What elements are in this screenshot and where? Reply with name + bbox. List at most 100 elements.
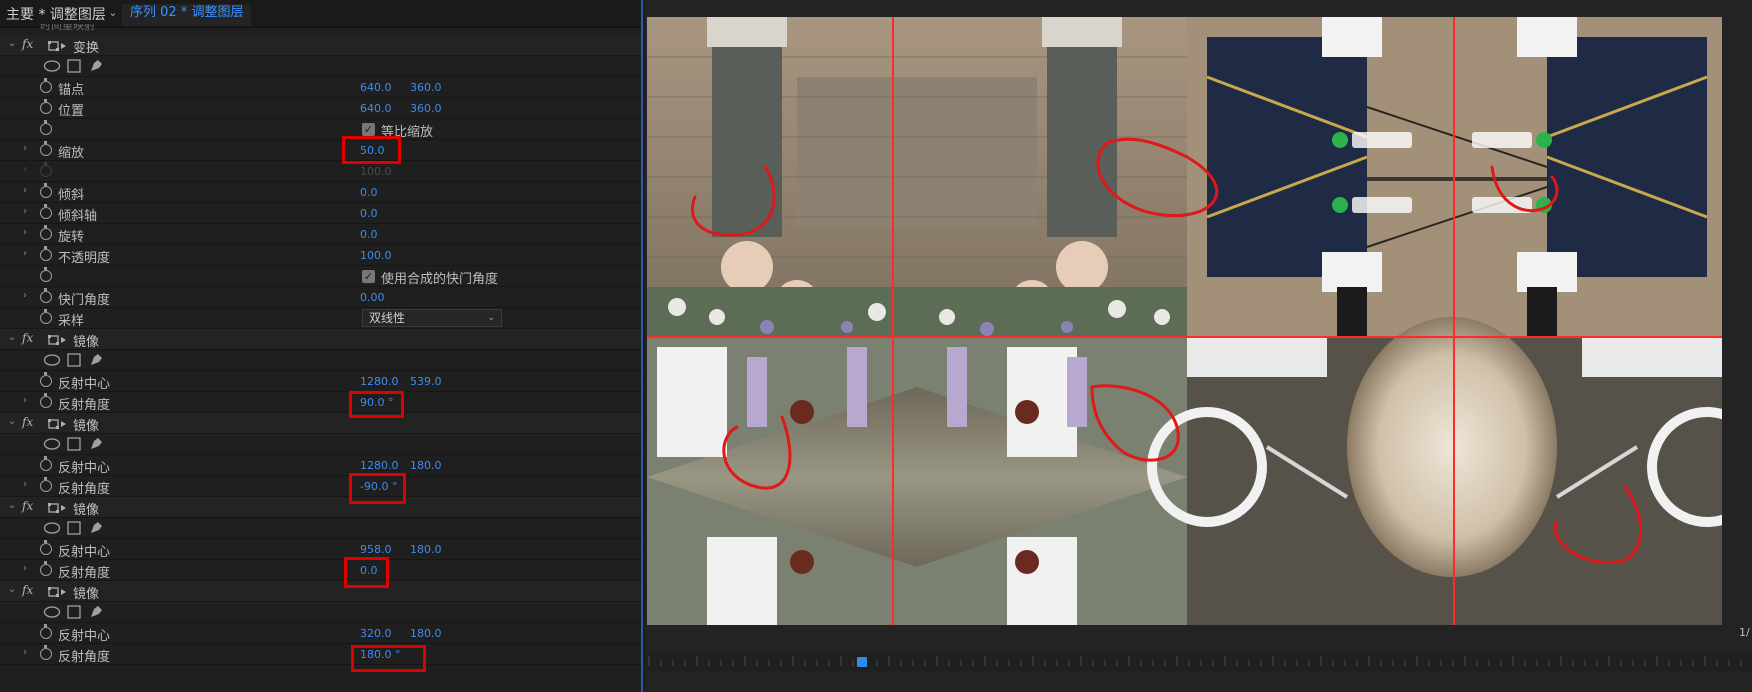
stopwatch-icon[interactable]: [40, 645, 52, 660]
expand-chevron-icon[interactable]: ›: [20, 563, 30, 574]
position-y-value[interactable]: 360.0: [410, 102, 442, 115]
vertical-guide-line[interactable]: [1453, 17, 1455, 625]
anchor-x-value[interactable]: 640.0: [360, 81, 392, 94]
mirror3-center-y[interactable]: 180.0: [410, 543, 442, 556]
stopwatch-icon[interactable]: [40, 204, 52, 219]
stopwatch-icon[interactable]: [40, 372, 52, 387]
mirror1-center-x[interactable]: 1280.0: [360, 375, 399, 388]
playhead[interactable]: [857, 657, 867, 667]
expand-chevron-icon[interactable]: ›: [20, 206, 30, 217]
transform-section[interactable]: ⌄ fx 变换: [0, 35, 641, 56]
expand-chevron-icon[interactable]: ›: [20, 248, 30, 259]
stopwatch-icon[interactable]: [40, 246, 52, 261]
uniform-scale-checkbox[interactable]: ✓: [362, 123, 375, 136]
transform-overlay-icon[interactable]: [48, 502, 68, 514]
stopwatch-icon[interactable]: [40, 78, 52, 93]
position-x-value[interactable]: 640.0: [360, 102, 392, 115]
chevron-down-icon[interactable]: ⌄: [104, 3, 122, 23]
stopwatch-icon[interactable]: [40, 267, 52, 282]
transform-overlay-icon[interactable]: [48, 586, 68, 598]
tab-master-clip[interactable]: 主要 * 调整图层: [6, 4, 106, 24]
rectangle-mask-icon[interactable]: [67, 353, 81, 367]
mirror2-angle-value[interactable]: -90.0 °: [360, 480, 397, 493]
anchor-y-value[interactable]: 360.0: [410, 81, 442, 94]
rotation-value[interactable]: 0.0: [360, 228, 378, 241]
stopwatch-icon[interactable]: [40, 540, 52, 555]
stopwatch-icon[interactable]: [40, 561, 52, 576]
mirror1-center-y[interactable]: 539.0: [410, 375, 442, 388]
stopwatch-icon[interactable]: [40, 456, 52, 471]
stopwatch-icon[interactable]: [40, 99, 52, 114]
tab-sequence-clip[interactable]: 序列 02 * 调整图层: [122, 4, 252, 26]
transform-overlay-icon[interactable]: [48, 334, 68, 346]
pen-mask-icon[interactable]: [89, 521, 103, 535]
expand-chevron-icon[interactable]: ›: [20, 647, 30, 658]
mirror1-section[interactable]: ⌄ fx 镜像: [0, 329, 641, 350]
pen-mask-icon[interactable]: [89, 437, 103, 451]
rectangle-mask-icon[interactable]: [67, 521, 81, 535]
stopwatch-icon[interactable]: [40, 624, 52, 639]
shutter-angle-value[interactable]: 0.00: [360, 291, 385, 304]
stopwatch-icon[interactable]: [40, 141, 52, 156]
stopwatch-icon[interactable]: [40, 393, 52, 408]
stopwatch-icon[interactable]: [40, 477, 52, 492]
fx-toggle-icon[interactable]: fx: [22, 499, 33, 513]
collapse-chevron-icon[interactable]: ⌄: [7, 584, 17, 595]
collapse-chevron-icon[interactable]: ⌄: [7, 38, 17, 49]
ellipse-mask-icon[interactable]: [43, 59, 61, 73]
pen-mask-icon[interactable]: [89, 59, 103, 73]
stopwatch-icon[interactable]: [40, 288, 52, 303]
ellipse-mask-icon[interactable]: [43, 521, 61, 535]
mirror2-section[interactable]: ⌄ fx 镜像: [0, 413, 641, 434]
fx-toggle-icon[interactable]: fx: [22, 331, 33, 345]
expand-chevron-icon[interactable]: ›: [20, 290, 30, 301]
skew-value[interactable]: 0.0: [360, 186, 378, 199]
video-preview[interactable]: [647, 17, 1722, 625]
collapse-chevron-icon[interactable]: ⌄: [7, 416, 17, 427]
timeline-scrubber[interactable]: [645, 650, 1752, 672]
scale-value[interactable]: 50.0: [360, 144, 385, 157]
mirror3-section[interactable]: ⌄ fx 镜像: [0, 497, 641, 518]
ellipse-mask-icon[interactable]: [43, 437, 61, 451]
expand-chevron-icon[interactable]: ›: [20, 227, 30, 238]
stopwatch-icon[interactable]: [40, 309, 52, 324]
mirror3-angle-value[interactable]: 0.0: [360, 564, 378, 577]
stopwatch-icon[interactable]: [40, 183, 52, 198]
fx-toggle-icon[interactable]: fx: [22, 37, 33, 51]
mirror3-center-x[interactable]: 958.0: [360, 543, 392, 556]
mirror1-angle-value[interactable]: 90.0 °: [360, 396, 394, 409]
skew-axis-value[interactable]: 0.0: [360, 207, 378, 220]
vertical-guide-line[interactable]: [892, 17, 894, 625]
rectangle-mask-icon[interactable]: [67, 437, 81, 451]
mirror2-center-x[interactable]: 1280.0: [360, 459, 399, 472]
transform-overlay-icon[interactable]: [48, 40, 68, 52]
expand-chevron-icon[interactable]: ›: [20, 479, 30, 490]
rectangle-mask-icon[interactable]: [67, 59, 81, 73]
mirror4-angle-value[interactable]: 180.0 °: [360, 648, 401, 661]
stopwatch-icon[interactable]: [40, 120, 52, 135]
pen-mask-icon[interactable]: [89, 605, 103, 619]
stopwatch-icon: [40, 162, 52, 177]
opacity-value[interactable]: 100.0: [360, 249, 392, 262]
ellipse-mask-icon[interactable]: [43, 605, 61, 619]
stopwatch-icon[interactable]: [40, 225, 52, 240]
fx-toggle-icon[interactable]: fx: [22, 583, 33, 597]
mirror4-center-x[interactable]: 320.0: [360, 627, 392, 640]
transform-overlay-icon[interactable]: [48, 418, 68, 430]
mirror2-center-y[interactable]: 180.0: [410, 459, 442, 472]
composition-shutter-checkbox[interactable]: ✓: [362, 270, 375, 283]
expand-chevron-icon[interactable]: ›: [20, 395, 30, 406]
rectangle-mask-icon[interactable]: [67, 605, 81, 619]
horizontal-guide-line[interactable]: [647, 336, 1722, 338]
pen-mask-icon[interactable]: [89, 353, 103, 367]
mirror4-center-y[interactable]: 180.0: [410, 627, 442, 640]
fx-toggle-icon[interactable]: fx: [22, 415, 33, 429]
sampling-dropdown[interactable]: 双线性 ⌄: [362, 309, 502, 327]
ellipse-mask-icon[interactable]: [43, 353, 61, 367]
expand-chevron-icon[interactable]: ›: [20, 143, 30, 154]
collapse-chevron-icon[interactable]: ⌄: [7, 500, 17, 511]
expand-chevron-icon[interactable]: ›: [20, 185, 30, 196]
mirror4-section[interactable]: ⌄ fx 镜像: [0, 581, 641, 602]
expand-chevron-icon[interactable]: ›: [20, 164, 30, 175]
collapse-chevron-icon[interactable]: ⌄: [7, 332, 17, 343]
